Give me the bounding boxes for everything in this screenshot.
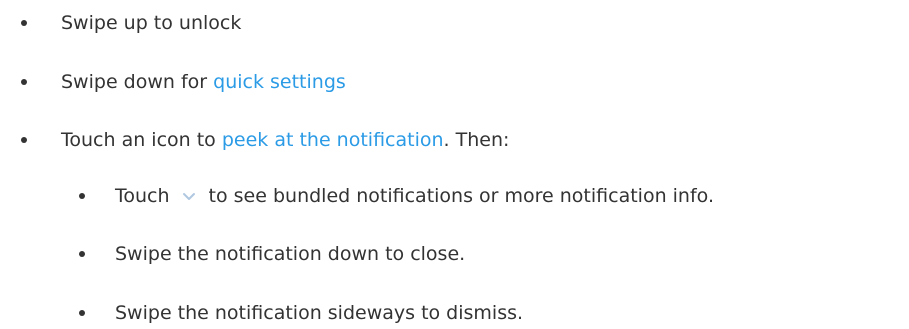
peek-notification-link[interactable]: peek at the notification: [222, 129, 444, 151]
list-item-swipe-down: Swipe down for quick settings: [0, 69, 909, 95]
bullet-icon: [21, 137, 27, 143]
item-text-prefix: Touch an icon to: [61, 129, 222, 151]
list-item-swipe-up: Swipe up to unlock: [0, 10, 909, 36]
sub-item-touch-chevron: Touch to see bundled notifications or mor…: [0, 183, 909, 209]
bullet-icon: [21, 20, 27, 26]
sub-item-suffix: to see bundled notifications or more not…: [208, 185, 714, 207]
list-item-touch-icon: Touch an icon to peek at the notificatio…: [0, 127, 909, 153]
item-text: Swipe up to unlock: [61, 12, 242, 34]
bullet-icon: [21, 79, 27, 85]
sub-item-swipe-dismiss: Swipe the notification sideways to dismi…: [0, 300, 909, 326]
item-text-prefix: Swipe down for: [61, 71, 214, 93]
quick-settings-link[interactable]: quick settings: [213, 71, 346, 93]
bullet-icon: [79, 251, 85, 257]
bullet-icon: [79, 193, 85, 199]
sub-item-swipe-close: Swipe the notification down to close.: [0, 241, 909, 267]
instruction-list: Swipe up to unlock Swipe down for quick …: [0, 0, 909, 326]
chevron-down-icon: [178, 183, 200, 209]
sub-item-text: Swipe the notification sideways to dismi…: [115, 302, 524, 324]
sub-item-prefix: Touch: [115, 185, 170, 207]
sub-item-text: Swipe the notification down to close.: [115, 243, 466, 265]
bullet-icon: [79, 310, 85, 316]
item-text-suffix: . Then:: [443, 129, 510, 151]
sub-instruction-list: Touch to see bundled notifications or mor…: [0, 183, 909, 326]
sub-list-container: Touch to see bundled notifications or mor…: [0, 183, 909, 326]
